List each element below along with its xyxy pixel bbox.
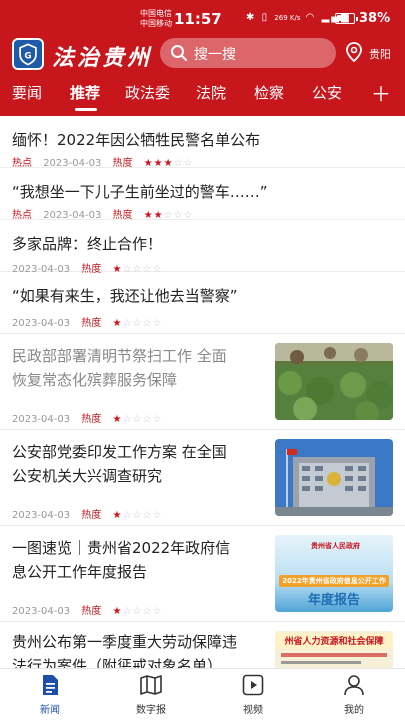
list-item[interactable]: 缅怀！2022年因公牺牲民警名单公布 热点 2023-04-03 热度 ★★★☆… [0, 116, 405, 169]
clock: 11:57 [174, 10, 222, 28]
news-thumbnail[interactable] [275, 343, 393, 420]
list-item[interactable]: “我想坐一下儿子生前坐过的警车……” 热点 2023-04-03 热度 ★★☆☆… [0, 168, 405, 221]
tab-fayuan[interactable]: 法院 [196, 82, 226, 103]
app-header: 中国电信 中国移动 11:57 ✱ ▯ 269 K/s ◠ ▂▄▆ 38% G … [0, 0, 405, 116]
nav-label: 数字报 [136, 705, 166, 716]
battery-percent: 38% [359, 11, 391, 26]
news-thumbnail[interactable] [275, 439, 393, 516]
map-newspaper-icon [140, 675, 162, 695]
user-profile-icon [344, 675, 364, 696]
search-placeholder: 搜一搜 [194, 47, 236, 63]
svg-text:G: G [24, 51, 31, 61]
tab-gongan[interactable]: 公安 [312, 82, 342, 103]
nav-digital-paper[interactable]: 数字报 [121, 673, 181, 716]
news-title[interactable]: 民政部部署清明节祭扫工作 全面 恢复常态化殡葬服务保障 [12, 344, 227, 392]
news-thumbnail[interactable]: 贵州省人民政府 2022年贵州省政府信息公开工作 年度报告 [275, 535, 393, 612]
shield-icon: G [19, 43, 37, 66]
heat-label: 热度 [81, 510, 102, 521]
battery-icon [335, 13, 358, 24]
heat-stars: ★☆☆☆☆ [112, 318, 163, 329]
news-document-icon [43, 675, 58, 695]
news-meta: 2023-04-03 热度 ★☆☆☆☆ [12, 602, 178, 617]
nav-profile[interactable]: 我的 [324, 673, 384, 716]
news-meta: 2023-04-03 热度 ★☆☆☆☆ [12, 410, 178, 425]
news-title[interactable]: “我想坐一下儿子生前坐过的警车……” [12, 180, 268, 204]
labor-title: 州省人力资源和社会保障 [284, 637, 384, 647]
news-meta: 热点 2023-04-03 热度 ★★☆☆☆ [12, 206, 210, 221]
bottom-nav: 新闻 数字报 视频 我的 [0, 668, 405, 720]
status-bar: 中国电信 中国移动 11:57 ✱ ▯ 269 K/s ◠ ▂▄▆ 38% [0, 0, 405, 36]
news-date: 2023-04-03 [12, 510, 71, 521]
search-icon [171, 45, 187, 61]
heat-label: 热度 [81, 318, 102, 329]
news-thumbnail[interactable]: 州省人力资源和社会保障 [275, 631, 393, 668]
report-year: 2022年贵州省政府信息公开工作 [282, 577, 386, 585]
cemetery-photo [275, 343, 393, 420]
nav-label: 视频 [243, 705, 263, 716]
location-pin-icon[interactable] [345, 42, 363, 62]
list-item[interactable]: 多家品牌：终止合作！ 2023-04-03 热度 ★☆☆☆☆ [0, 220, 405, 275]
nav-video[interactable]: 视频 [223, 673, 283, 716]
app-logo: G [12, 38, 44, 70]
news-title[interactable]: 多家品牌：终止合作！ [12, 232, 162, 256]
app-title: 法治贵州 [52, 45, 153, 71]
active-tab-indicator [75, 108, 97, 111]
heat-stars: ★☆☆☆☆ [112, 606, 163, 617]
news-title[interactable]: 公安部党委印发工作方案 在全国 公安机关大兴调查研究 [12, 440, 227, 488]
news-meta: 2023-04-03 热度 ★☆☆☆☆ [12, 506, 178, 521]
tab-zhengfawei[interactable]: 政法委 [125, 82, 170, 103]
carrier-info: 中国电信 中国移动 [140, 9, 172, 28]
search-input[interactable]: 搜一搜 [160, 38, 336, 68]
news-date: 2023-04-03 [12, 606, 71, 617]
list-item[interactable]: 公安部党委印发工作方案 在全国 公安机关大兴调查研究 2023-04-03 热度… [0, 430, 405, 526]
news-feed: 缅怀！2022年因公牺牲民警名单公布 热点 2023-04-03 热度 ★★★☆… [0, 116, 405, 668]
video-play-icon [242, 674, 264, 696]
tab-jiancha[interactable]: 检察 [254, 82, 284, 103]
list-item[interactable]: “如果有来生，我还让他去当警察” 2023-04-03 热度 ★☆☆☆☆ [0, 272, 405, 334]
news-date: 2023-04-03 [12, 414, 71, 425]
news-title[interactable]: 一图速览｜贵州省2022年政府信 息公开工作年度报告 [12, 536, 230, 584]
tab-tuijian[interactable]: 推荐 [70, 82, 100, 103]
nav-news[interactable]: 新闻 [20, 673, 80, 716]
list-item[interactable]: 一图速览｜贵州省2022年政府信 息公开工作年度报告 2023-04-03 热度… [0, 526, 405, 622]
news-title[interactable]: “如果有来生，我还让他去当警察” [12, 284, 238, 308]
building-photo [275, 439, 393, 516]
heat-label: 热度 [81, 414, 102, 425]
news-date: 2023-04-03 [12, 318, 71, 329]
report-org: 贵州省人民政府 [311, 542, 360, 550]
net-speed: 269 K/s [274, 14, 301, 22]
nfc-icon: ✱ [246, 12, 257, 23]
speaker-icon: ▯ [261, 12, 270, 23]
list-item[interactable]: 民政部部署清明节祭扫工作 全面 恢复常态化殡葬服务保障 2023-04-03 热… [0, 334, 405, 430]
heat-stars: ★☆☆☆☆ [112, 414, 163, 425]
news-title[interactable]: 贵州公布第一季度重大劳动保障违 法行为案件（附惩戒对象名单） [12, 630, 237, 668]
location-label[interactable]: 贵阳 [369, 46, 391, 62]
tab-yaowen[interactable]: 要闻 [12, 82, 42, 103]
category-tabs: 要闻 推荐 政法委 法院 检察 公安 [0, 78, 405, 112]
nav-label: 新闻 [40, 705, 60, 716]
news-title[interactable]: 缅怀！2022年因公牺牲民警名单公布 [12, 128, 260, 152]
heat-stars: ★☆☆☆☆ [112, 510, 163, 521]
nav-label: 我的 [344, 705, 364, 716]
wifi-icon: ◠ [305, 12, 317, 23]
plus-icon[interactable]: ＋ [371, 84, 391, 104]
news-meta: 2023-04-03 热度 ★☆☆☆☆ [12, 314, 178, 329]
report-title: 年度报告 [307, 593, 360, 608]
list-item[interactable]: 贵州公布第一季度重大劳动保障违 法行为案件（附惩戒对象名单） 州省人力资源和社会… [0, 622, 405, 668]
heat-label: 热度 [81, 606, 102, 617]
news-meta: 热点 2023-04-03 热度 ★★★☆☆ [12, 154, 210, 169]
